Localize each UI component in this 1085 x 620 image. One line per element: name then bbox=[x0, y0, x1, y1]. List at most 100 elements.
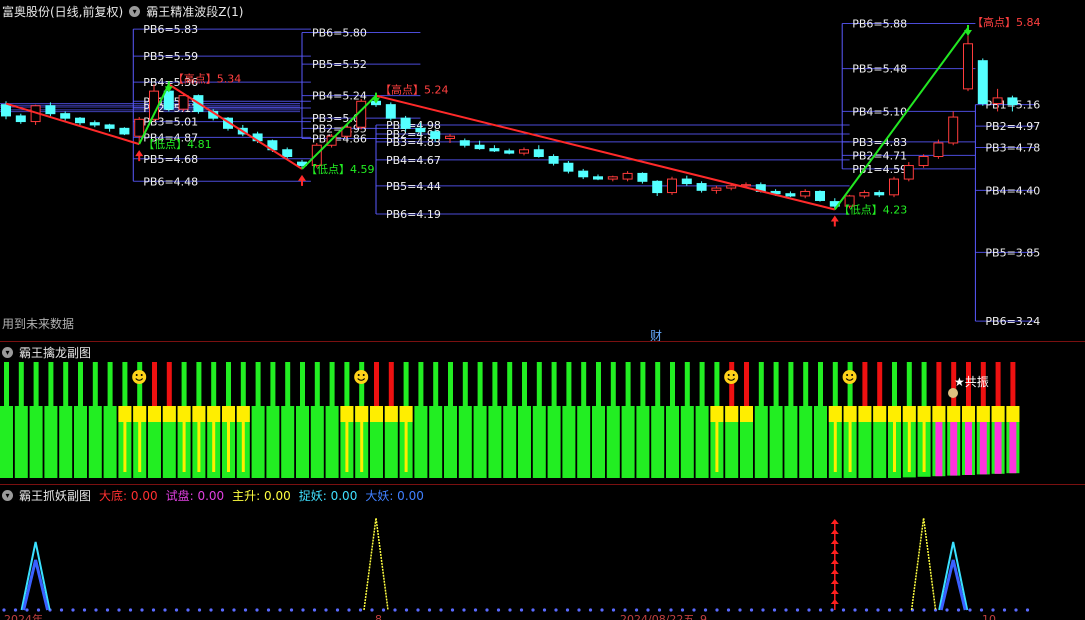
upper-signal-bar bbox=[921, 362, 927, 406]
high-point-label: 【高点】5.34 bbox=[173, 71, 242, 85]
upper-signal-bar bbox=[78, 362, 83, 406]
upper-signal-bar bbox=[610, 362, 616, 406]
upper-signal-bar bbox=[240, 362, 246, 406]
candle-body bbox=[1007, 97, 1018, 106]
candle-body bbox=[563, 162, 574, 172]
candle-body bbox=[815, 190, 825, 201]
baseline-dot bbox=[25, 608, 29, 612]
up-arrow-icon bbox=[298, 174, 306, 186]
baseline-dot bbox=[795, 608, 800, 612]
upper-signal-bar bbox=[699, 362, 705, 406]
baseline-dot bbox=[899, 608, 903, 612]
lower-body-bar bbox=[769, 406, 783, 478]
upper-signal-bar bbox=[329, 362, 335, 406]
candle-body bbox=[578, 170, 589, 178]
smiley-eye bbox=[846, 374, 849, 376]
yellow-cap-bar bbox=[710, 406, 724, 422]
upper-signal-bar bbox=[566, 362, 572, 406]
smiley-eye bbox=[851, 374, 854, 376]
lower-body-bar bbox=[814, 406, 827, 478]
yellow-cap-bar bbox=[858, 406, 872, 422]
baseline-dot bbox=[485, 608, 489, 612]
candle-body bbox=[519, 149, 529, 154]
upper-signal-bar bbox=[536, 362, 542, 406]
smiley-eye bbox=[727, 374, 730, 376]
upper-signal-bar bbox=[936, 362, 942, 406]
baseline-dot bbox=[301, 608, 305, 612]
baseline-dot bbox=[818, 608, 823, 612]
date-tick-label: 9 bbox=[700, 613, 707, 620]
yellow-cap-bar bbox=[725, 406, 739, 422]
upper-signal-bar bbox=[300, 362, 305, 406]
baseline-dot bbox=[370, 608, 374, 612]
lower-body-bar bbox=[695, 406, 709, 478]
lower-body-bar bbox=[503, 406, 517, 478]
candle-body bbox=[726, 185, 737, 189]
lower-body-bar bbox=[651, 406, 665, 478]
pb-level-label: PB5=5.59 bbox=[143, 50, 198, 63]
lower-body-bar bbox=[414, 406, 428, 478]
yellow-cap-bar bbox=[177, 406, 191, 422]
lower-body-bar bbox=[281, 406, 295, 478]
candle-body bbox=[119, 127, 130, 135]
baseline-dot bbox=[117, 608, 121, 612]
baseline-dot bbox=[807, 608, 811, 612]
baseline-dot bbox=[554, 608, 558, 612]
yellow-cap-bar bbox=[888, 406, 901, 422]
baseline-dot bbox=[761, 608, 765, 612]
lower-body-bar bbox=[680, 406, 694, 478]
pb-level-label: PB4=5.10 bbox=[852, 105, 907, 118]
lower-body-bar bbox=[488, 406, 502, 478]
upper-signal-bar bbox=[788, 362, 794, 406]
upper-signal-bar bbox=[63, 362, 69, 406]
baseline-dot bbox=[209, 608, 213, 612]
baseline-dot bbox=[945, 608, 949, 612]
yellow-cap-bar bbox=[192, 406, 206, 422]
candle-body bbox=[533, 149, 544, 158]
baseline-dot bbox=[462, 608, 466, 612]
baseline-dot bbox=[393, 608, 397, 612]
candle-body bbox=[178, 95, 189, 110]
baseline-dot bbox=[565, 608, 570, 612]
pb-level-label: PB6=4.48 bbox=[143, 175, 198, 188]
pb-level-label: PB1=4.86 bbox=[312, 132, 367, 145]
pb-level-label: PB5=3.85 bbox=[985, 246, 1040, 259]
candle-body bbox=[963, 43, 973, 90]
baseline-dot bbox=[347, 608, 351, 612]
baseline-dot bbox=[266, 608, 271, 612]
candle-body bbox=[385, 104, 396, 119]
smiley-eye bbox=[357, 374, 360, 376]
lower-body-bar bbox=[547, 406, 561, 478]
red-arrow-icon bbox=[830, 599, 839, 604]
candle-body bbox=[134, 118, 145, 137]
sub2-signal-chart[interactable]: 2024年 8 2024/08/22五 9 10 bbox=[0, 485, 1085, 620]
yellow-cap-bar bbox=[133, 406, 147, 422]
lower-body-bar bbox=[14, 406, 28, 478]
candle-body bbox=[607, 176, 618, 180]
sub1-bar-chart[interactable] bbox=[0, 342, 1085, 484]
candle-body bbox=[400, 117, 411, 129]
upper-signal-bar bbox=[877, 362, 883, 406]
baseline-dot bbox=[968, 608, 972, 612]
lower-body-bar bbox=[621, 406, 635, 478]
upper-signal-bar bbox=[744, 362, 749, 406]
baseline-dot bbox=[979, 608, 984, 612]
upper-signal-bar bbox=[551, 362, 557, 406]
smiley-eye bbox=[732, 374, 735, 376]
yellow-cap-bar bbox=[902, 406, 916, 422]
baseline-dot bbox=[726, 608, 731, 612]
red-arrow-icon bbox=[830, 519, 839, 524]
baseline-dot bbox=[128, 608, 133, 612]
baseline-dot bbox=[36, 608, 41, 612]
main-candle-chart[interactable]: PB6=4.48PB5=4.68PB4=4.87PB3=5.01PB2=5.13… bbox=[0, 0, 1085, 341]
baseline-dot bbox=[404, 608, 409, 612]
upper-signal-bar bbox=[729, 362, 735, 406]
smiley-icon bbox=[132, 370, 147, 384]
cai-badge[interactable]: 财 bbox=[650, 327, 662, 341]
lower-body-bar bbox=[103, 406, 117, 478]
baseline-dot bbox=[841, 608, 846, 612]
date-tick-label: 2024/08/22五 bbox=[620, 613, 694, 620]
baseline-dot bbox=[94, 608, 98, 612]
upper-signal-bar bbox=[758, 362, 764, 406]
candle-body bbox=[903, 165, 914, 180]
